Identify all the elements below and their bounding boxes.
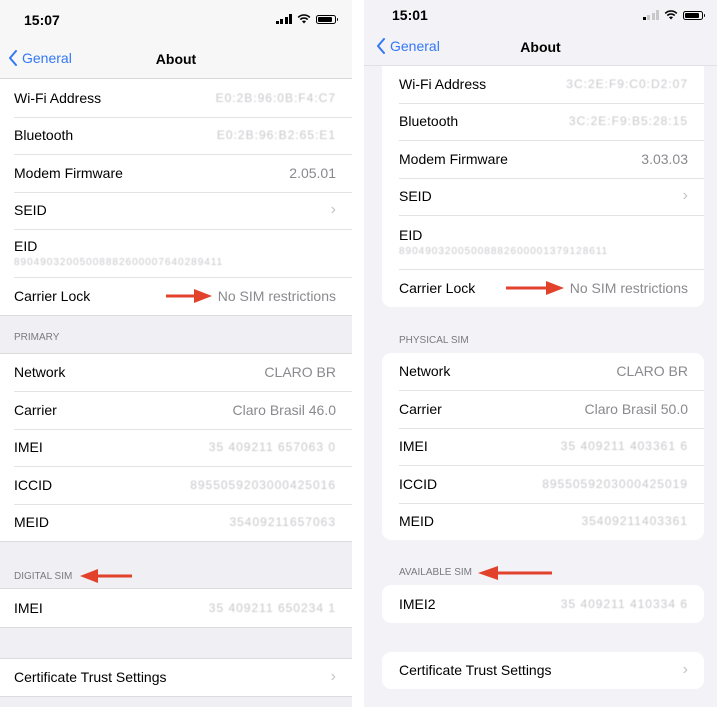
- imei-row: IMEI 35 409211 657063 0: [0, 428, 352, 467]
- chevron-right-icon: ›: [330, 201, 336, 219]
- redacted-value: 35 409211 403361 6: [560, 439, 688, 454]
- network-row: Network CLARO BR: [14, 364, 336, 381]
- eid-row: EID 89049032005008882600007640289411: [0, 229, 352, 277]
- certificate-trust-settings-row[interactable]: Certificate Trust Settings ›: [0, 659, 352, 697]
- modem-firmware-row: Modem Firmware 3.03.03: [382, 140, 704, 178]
- digital-imei-row: IMEI 35 409211 650234 1: [14, 599, 336, 616]
- redacted-value: 8955059203000425019: [542, 476, 688, 491]
- modem-firmware-row: Modem Firmware 2.05.01: [0, 154, 352, 192]
- iccid-row: ICCID 8955059203000425019: [382, 465, 704, 503]
- annotation-arrow-right-icon: [165, 288, 212, 303]
- wifi-address-row: Wi-Fi Address 3C:2E:F9:C0:D2:07: [399, 75, 688, 92]
- imei-row: IMEI 35 409211 403361 6: [382, 427, 704, 466]
- wifi-icon: [297, 14, 311, 24]
- navigation-bar: General About: [0, 40, 352, 79]
- chevron-right-icon: ›: [682, 661, 688, 679]
- redacted-value: 3C:2E:F9:B5:28:15: [568, 114, 688, 129]
- left-screenshot: 15:07 General About Wi-Fi Address E0:2B:9…: [0, 0, 352, 707]
- section-header-available-sim: AVAILABLE SIM: [364, 540, 717, 585]
- imei2-row: IMEI2 35 409211 410334 6: [399, 595, 688, 612]
- status-bar: 15:07: [0, 0, 352, 40]
- status-bar: 15:01: [364, 0, 717, 33]
- wifi-address-row: Wi-Fi Address E0:2B:96:0B:F4:C7: [14, 89, 336, 106]
- seid-row[interactable]: SEID ›: [0, 191, 352, 230]
- redacted-value: 35409211657063: [229, 515, 336, 530]
- primary-sim-group: Network CLARO BR Carrier Claro Brasil 46.0…: [0, 352, 352, 542]
- battery-icon: [316, 14, 338, 24]
- digital-sim-group: IMEI 35 409211 650234 1: [0, 588, 352, 628]
- network-row: Network CLARO BR: [399, 363, 688, 380]
- navigation-bar: General About: [364, 33, 717, 66]
- certificate-group: Certificate Trust Settings ›: [0, 657, 352, 697]
- annotation-arrow-left-icon: [478, 565, 552, 580]
- redacted-value: 35 409211 410334 6: [560, 596, 688, 611]
- device-info-group: Wi-Fi Address 3C:2E:F9:C0:D2:07 Bluetooth…: [382, 65, 704, 307]
- physical-sim-group: Network CLARO BR Carrier Claro Brasil 50.0…: [382, 352, 704, 541]
- status-time: 15:01: [392, 7, 428, 23]
- iccid-row: ICCID 8955059203000425016: [0, 466, 352, 504]
- redacted-value: 35409211403361: [581, 514, 688, 529]
- redacted-value: 89049032005008882600007640289411: [14, 257, 224, 268]
- certificate-group: Certificate Trust Settings ›: [382, 651, 704, 690]
- redacted-value: E0:2B:96:B2:65:E1: [216, 128, 336, 143]
- wifi-icon: [664, 10, 678, 20]
- page-title: About: [155, 51, 197, 67]
- eid-row: EID 89049032005008882600001379128611: [382, 215, 704, 269]
- carrier-lock-row: Carrier Lock No SIM restrictions: [382, 269, 704, 307]
- battery-icon: [683, 10, 705, 20]
- right-screenshot: 15:01 General About Wi-Fi Address 3C:2E:F…: [364, 0, 717, 707]
- cellular-signal-icon: [642, 10, 659, 20]
- section-header-physical-sim: PHYSICAL SIM: [399, 335, 469, 346]
- certificate-trust-settings-row[interactable]: Certificate Trust Settings ›: [382, 652, 704, 690]
- available-sim-group: IMEI2 35 409211 410334 6: [382, 585, 704, 623]
- redacted-value: E0:2B:96:0B:F4:C7: [215, 90, 336, 105]
- redacted-value: 35 409211 650234 1: [208, 600, 336, 615]
- redacted-value: 8955059203000425016: [190, 477, 336, 492]
- chevron-right-icon: ›: [330, 668, 336, 686]
- redacted-value: 3C:2E:F9:C0:D2:07: [566, 76, 688, 91]
- status-time: 15:07: [24, 12, 60, 28]
- carrier-row: Carrier Claro Brasil 46.0: [0, 391, 352, 429]
- redacted-value: 89049032005008882600001379128611: [399, 246, 609, 257]
- cellular-signal-icon: [275, 14, 292, 24]
- chevron-right-icon: ›: [682, 187, 688, 205]
- carrier-lock-row: Carrier Lock No SIM restrictions: [0, 277, 352, 315]
- section-header-primary: PRIMARY: [14, 331, 60, 343]
- annotation-arrow-left-icon: [80, 569, 133, 583]
- bluetooth-row: Bluetooth E0:2B:96:B2:65:E1: [0, 116, 352, 155]
- redacted-value: 35 409211 657063 0: [208, 440, 336, 455]
- device-info-group: Wi-Fi Address E0:2B:96:0B:F4:C7 Bluetooth…: [0, 79, 352, 316]
- page-title: About: [520, 39, 561, 55]
- seid-row[interactable]: SEID ›: [382, 177, 704, 216]
- meid-row: MEID 35409211657063: [0, 503, 352, 542]
- meid-row: MEID 35409211403361: [382, 502, 704, 541]
- section-header-digital-sim: DIGITAL SIM: [0, 542, 352, 588]
- carrier-row: Carrier Claro Brasil 50.0: [382, 390, 704, 428]
- bluetooth-row: Bluetooth 3C:2E:F9:B5:28:15: [382, 102, 704, 141]
- annotation-arrow-right-icon: [505, 280, 564, 295]
